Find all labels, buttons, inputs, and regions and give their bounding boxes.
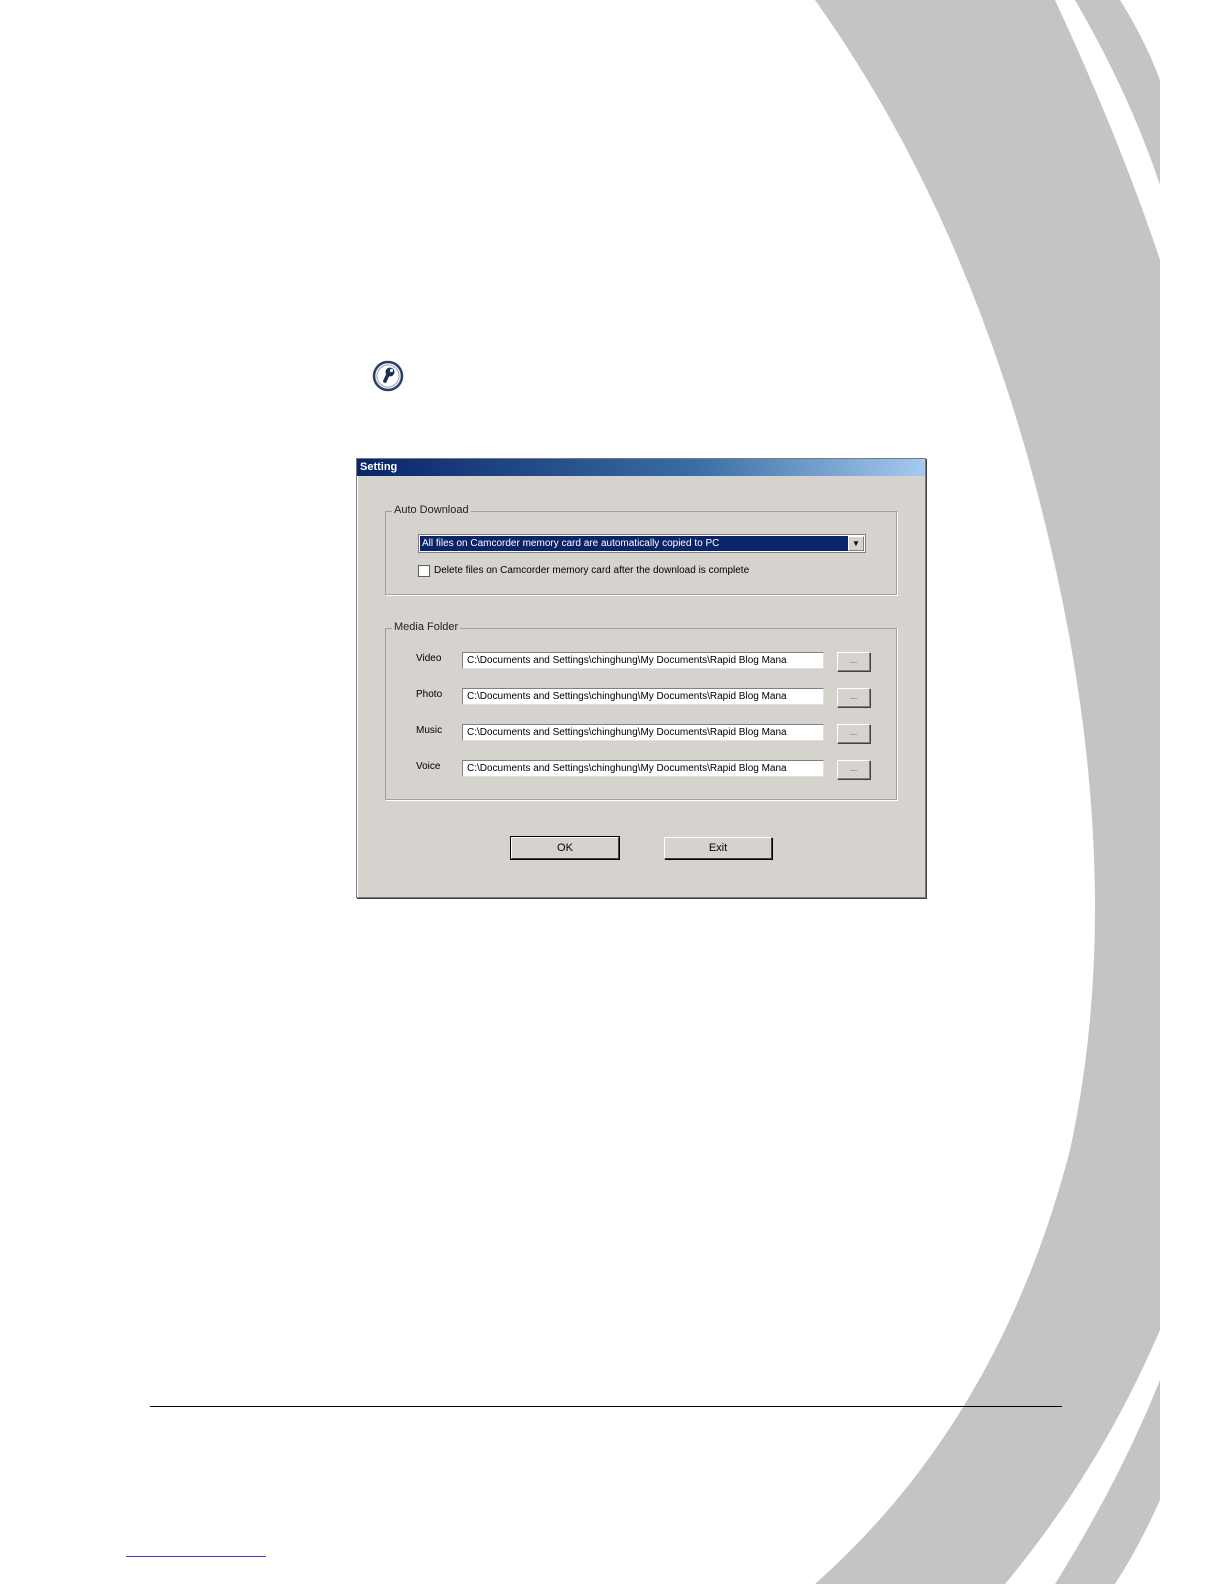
chevron-down-icon[interactable]: ▼ (848, 536, 864, 551)
wrench-icon[interactable] (372, 360, 404, 392)
ok-button[interactable]: OK (510, 836, 620, 860)
delete-after-download-label: Delete files on Camcorder memory card af… (434, 565, 750, 576)
dialog-title: Setting (357, 459, 925, 476)
media-folder-legend: Media Folder (392, 621, 461, 633)
media-folder-group: Media Folder Video C:\Documents and Sett… (385, 621, 897, 800)
auto-download-legend: Auto Download (392, 504, 471, 516)
auto-download-mode-select[interactable]: All files on Camcorder memory card are a… (418, 534, 866, 553)
photo-path-field[interactable]: C:\Documents and Settings\chinghung\My D… (462, 688, 824, 705)
auto-download-group: Auto Download All files on Camcorder mem… (385, 504, 897, 595)
video-browse-button[interactable]: ... (837, 652, 870, 671)
exit-button[interactable]: Exit (664, 837, 772, 859)
music-browse-button[interactable]: ... (837, 724, 870, 743)
delete-after-download-checkbox[interactable] (418, 565, 430, 577)
photo-browse-button[interactable]: ... (837, 688, 870, 707)
setting-dialog: Setting Auto Download All files on Camco… (356, 458, 926, 898)
video-label: Video (416, 653, 442, 664)
music-label: Music (416, 725, 443, 736)
footer-link-underline[interactable] (126, 1556, 266, 1557)
voice-path-field[interactable]: C:\Documents and Settings\chinghung\My D… (462, 760, 824, 777)
auto-download-mode-value: All files on Camcorder memory card are a… (420, 536, 848, 551)
footer-divider (150, 1406, 1062, 1407)
video-path-field[interactable]: C:\Documents and Settings\chinghung\My D… (462, 652, 824, 669)
music-path-field[interactable]: C:\Documents and Settings\chinghung\My D… (462, 724, 824, 741)
voice-browse-button[interactable]: ... (837, 760, 870, 779)
voice-label: Voice (416, 761, 441, 772)
photo-label: Photo (416, 689, 443, 700)
